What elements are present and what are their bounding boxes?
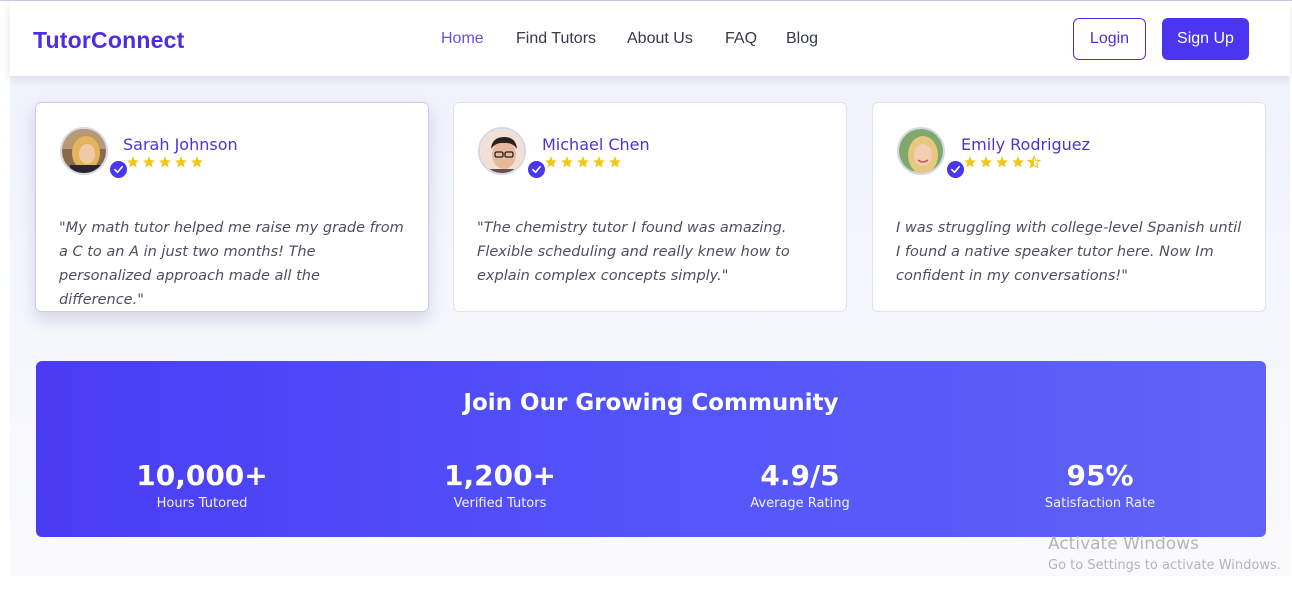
community-title: Join Our Growing Community [463, 390, 839, 416]
activate-windows-watermark-subtitle: Go to Settings to activate Windows. [1048, 558, 1281, 573]
community-banner: Join Our Growing Community 10,000+ Hours… [36, 361, 1266, 537]
page: TutorConnect Home Find Tutors About Us F… [0, 0, 1292, 599]
login-button[interactable]: Login [1073, 18, 1146, 60]
star-icon [980, 156, 992, 168]
star-icon [191, 156, 203, 168]
avatar [60, 127, 108, 175]
stat-value: 1,200+ [443, 459, 557, 492]
stat-value: 4.9/5 [760, 459, 840, 492]
testimonial-quote: "My math tutor helped me raise my grade … [59, 220, 404, 308]
star-icon [175, 156, 187, 168]
star-icon [609, 156, 621, 168]
stat-hours-tutored: 10,000+ Hours Tutored [82, 459, 322, 512]
testimonial-card: Sarah Johnson "My math tutor helped me r… [35, 102, 429, 312]
testimonial-quote: I was struggling with college-level Span… [896, 220, 1242, 284]
avatar [897, 127, 945, 175]
star-icon [159, 156, 171, 168]
stat-label: Verified Tutors [453, 496, 547, 511]
stat-label: Satisfaction Rate [1044, 496, 1156, 511]
nav-item-faq[interactable]: FAQ [725, 30, 757, 48]
star-icon [143, 156, 155, 168]
star-icon [1012, 156, 1024, 168]
tutor-name: Michael Chen [542, 135, 650, 154]
nav-item-home[interactable]: Home [441, 30, 484, 48]
activate-windows-watermark-title: Activate Windows [1048, 534, 1199, 554]
star-icon [996, 156, 1008, 168]
star-icon [964, 156, 976, 168]
tutor-name: Emily Rodriguez [961, 135, 1091, 154]
star-icon [127, 156, 139, 168]
testimonial-quote: "The chemistry tutor I found was amazing… [477, 220, 790, 284]
nav-item-about-us[interactable]: About Us [627, 30, 693, 48]
stat-value: 10,000+ [136, 459, 268, 492]
half-star-icon [1027, 155, 1041, 169]
testimonial-card: Emily Rodriguez I was struggling with co… [872, 102, 1266, 312]
star-icon [577, 156, 589, 168]
stat-satisfaction-rate: 95% Satisfaction Rate [980, 459, 1220, 512]
nav-item-find-tutors[interactable]: Find Tutors [516, 30, 596, 48]
star-rating [963, 155, 1041, 169]
star-rating [126, 155, 204, 169]
star-icon [593, 156, 605, 168]
testimonial-card: Michael Chen "The chemistry tutor I foun… [453, 102, 847, 312]
signup-button[interactable]: Sign Up [1162, 18, 1249, 60]
site-header: TutorConnect Home Find Tutors About Us F… [10, 1, 1290, 76]
nav-item-blog[interactable]: Blog [786, 30, 818, 48]
avatar [478, 127, 526, 175]
star-rating [544, 155, 622, 169]
stat-label: Average Rating [750, 496, 850, 511]
stat-label: Hours Tutored [156, 496, 248, 511]
star-icon [561, 156, 573, 168]
stat-value: 95% [1066, 459, 1134, 492]
tutor-name: Sarah Johnson [123, 135, 238, 154]
stat-verified-tutors: 1,200+ Verified Tutors [380, 459, 620, 512]
star-icon [545, 156, 557, 168]
stat-average-rating: 4.9/5 Average Rating [680, 459, 920, 512]
